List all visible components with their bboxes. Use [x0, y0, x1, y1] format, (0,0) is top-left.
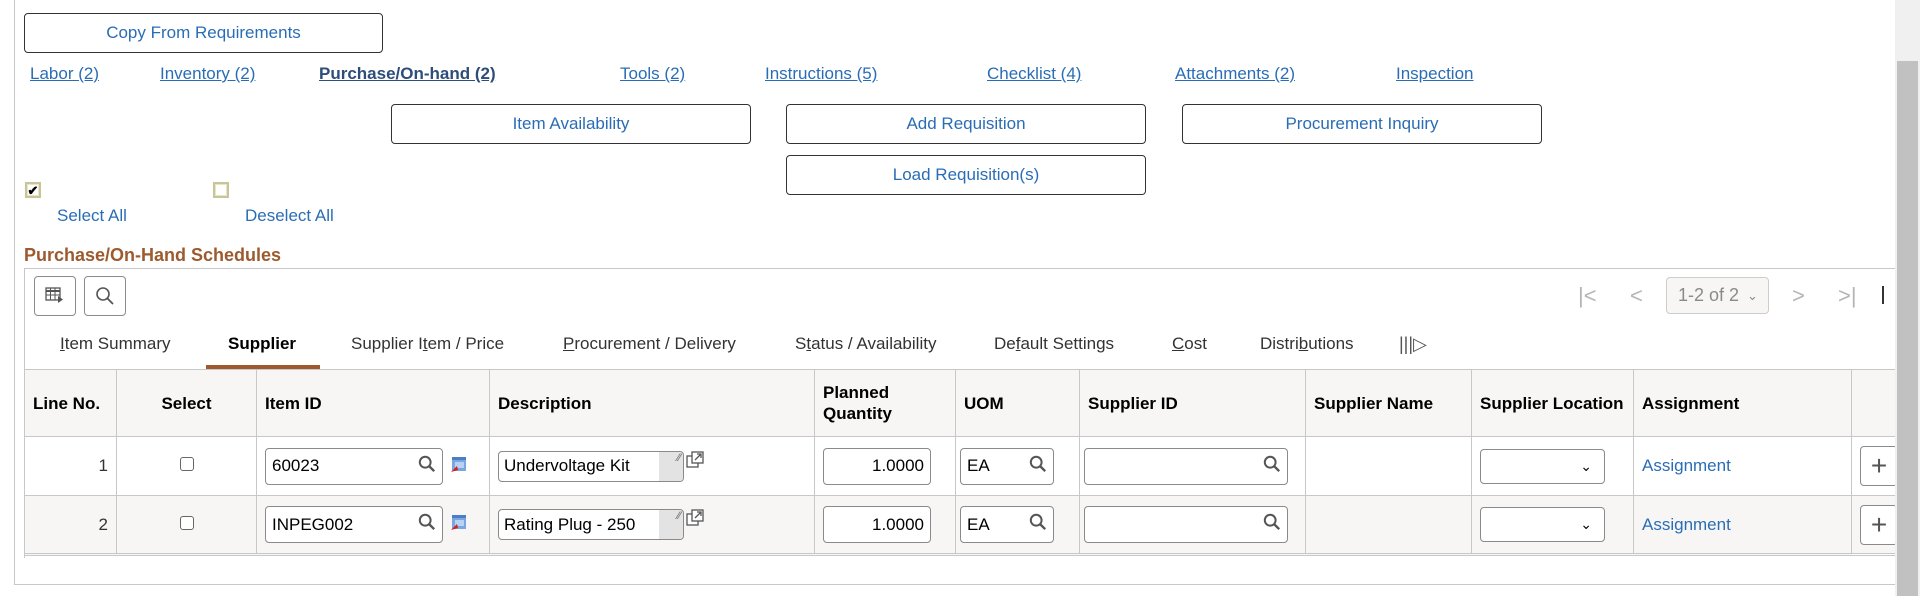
row-select-checkbox[interactable]: [179, 457, 194, 471]
col-supplier-id: Supplier ID: [1079, 369, 1306, 437]
item-details-icon[interactable]: [451, 456, 467, 477]
supplier-name: [1305, 495, 1472, 556]
table-row: 2 INPEG002 Rating Plug - 250 ⁄⁄ 1.0000 E…: [24, 495, 1899, 556]
item-details-icon[interactable]: [451, 514, 467, 535]
tab-supplier-item-price[interactable]: Supplier Item / Price: [351, 334, 504, 370]
page-range-label: 1-2 of 2: [1678, 285, 1740, 305]
last-page-icon[interactable]: >|: [1838, 278, 1857, 314]
supplier-id-lookup-icon[interactable]: [1263, 455, 1281, 478]
chevron-down-icon: ⌄: [1580, 516, 1592, 532]
uom-input[interactable]: EA: [960, 506, 1054, 543]
tab-item-summary[interactable]: Item Summary: [60, 334, 171, 370]
supplier-id-input[interactable]: [1084, 447, 1288, 485]
uom-input[interactable]: EA: [960, 447, 1054, 485]
link-tools[interactable]: Tools (2): [620, 64, 685, 84]
procurement-inquiry-button[interactable]: Procurement Inquiry: [1182, 104, 1542, 144]
row-select-checkbox[interactable]: [179, 515, 194, 530]
link-purchase-on-hand[interactable]: Purchase/On-hand (2): [319, 64, 496, 84]
page-bottom-border: [14, 584, 1895, 585]
schedules-table: Line No. Select Item ID Description Plan…: [24, 369, 1899, 556]
col-supplier-location: Supplier Location: [1471, 369, 1634, 437]
col-uom: UOM: [955, 369, 1080, 437]
line-number: 2: [24, 495, 117, 556]
add-row-button[interactable]: +: [1860, 446, 1898, 486]
col-assignment: Assignment: [1633, 369, 1852, 437]
table-row: 1 60023 Undervoltage Kit ⁄⁄ 1.0000 EA ⌄ …: [24, 436, 1899, 496]
find-in-grid-button[interactable]: [84, 276, 126, 316]
deselect-all-checkbox-icon[interactable]: [213, 182, 229, 198]
description-textarea[interactable]: Undervoltage Kit ⁄⁄: [498, 450, 684, 482]
description-textarea[interactable]: Rating Plug - 250 ⁄⁄: [498, 509, 684, 540]
grid-title: Purchase/On-Hand Schedules: [24, 245, 282, 265]
link-inventory[interactable]: Inventory (2): [160, 64, 255, 84]
col-item-id: Item ID: [256, 369, 490, 437]
supplier-name: [1305, 436, 1472, 496]
deselect-all-link[interactable]: Deselect All: [245, 206, 334, 226]
link-labor[interactable]: Labor (2): [30, 64, 99, 84]
item-id-input[interactable]: INPEG002: [265, 506, 443, 543]
uom-lookup-icon[interactable]: [1029, 513, 1047, 536]
link-checklist[interactable]: Checklist (4): [987, 64, 1081, 84]
previous-page-icon[interactable]: <: [1630, 278, 1643, 314]
tab-distributions[interactable]: Distributions: [1260, 334, 1354, 370]
line-number: 1: [24, 436, 117, 496]
tab-procurement-delivery[interactable]: Procurement / Delivery: [563, 334, 736, 370]
planned-quantity-input[interactable]: 1.0000: [823, 447, 931, 485]
assignment-link[interactable]: Assignment: [1642, 456, 1731, 475]
col-select: Select: [116, 369, 257, 437]
item-availability-button[interactable]: Item Availability: [391, 104, 751, 144]
col-line-no: Line No.: [24, 369, 117, 437]
page-left-border: [14, 0, 15, 585]
item-id-lookup-icon[interactable]: [418, 513, 436, 536]
item-id-lookup-icon[interactable]: [418, 455, 436, 478]
col-description: Description: [489, 369, 815, 437]
col-supplier-name: Supplier Name: [1305, 369, 1472, 437]
expand-description-icon[interactable]: [686, 450, 704, 474]
chevron-down-icon: ⌄: [1747, 287, 1758, 303]
item-id-input[interactable]: 60023: [265, 447, 443, 485]
load-requisitions-button[interactable]: Load Requisition(s): [786, 155, 1146, 195]
scrollbar-thumb[interactable]: [1897, 61, 1918, 596]
copy-from-requirements-button[interactable]: Copy From Requirements: [24, 13, 383, 53]
grid-settings-icon: [45, 287, 63, 303]
plus-icon: +: [1870, 508, 1888, 540]
supplier-id-input[interactable]: [1084, 506, 1288, 543]
add-row-button[interactable]: +: [1860, 504, 1898, 545]
col-actions: [1851, 369, 1899, 437]
add-requisition-button[interactable]: Add Requisition: [786, 104, 1146, 144]
tab-cost[interactable]: Cost: [1172, 334, 1207, 370]
plus-icon: +: [1870, 450, 1888, 481]
supplier-location-select[interactable]: ⌄: [1480, 507, 1605, 542]
chevron-down-icon: ⌄: [1580, 457, 1592, 474]
select-all-link[interactable]: Select All: [57, 206, 127, 226]
link-inspection[interactable]: Inspection: [1396, 64, 1474, 84]
resize-handle-icon[interactable]: ⁄⁄: [659, 510, 683, 539]
resize-handle-icon[interactable]: ⁄⁄: [659, 451, 683, 481]
supplier-location-select[interactable]: ⌄: [1480, 448, 1605, 484]
select-all-checkbox-icon[interactable]: ✔: [25, 182, 41, 198]
col-planned-quantity: Planned Quantity: [814, 369, 956, 437]
link-instructions[interactable]: Instructions (5): [765, 64, 877, 84]
expand-description-icon[interactable]: [686, 509, 704, 532]
personalize-grid-button[interactable]: [34, 276, 76, 316]
link-attachments[interactable]: Attachments (2): [1175, 64, 1295, 84]
first-page-icon[interactable]: |<: [1578, 278, 1597, 314]
search-icon: [96, 287, 114, 305]
supplier-id-lookup-icon[interactable]: [1263, 513, 1281, 536]
uom-lookup-icon[interactable]: [1029, 455, 1047, 478]
pager-divider: [1882, 286, 1884, 304]
show-all-columns-icon[interactable]: |||▷: [1399, 334, 1427, 370]
page-range-select[interactable]: 1-2 of 2 ⌄: [1666, 277, 1769, 314]
planned-quantity-input[interactable]: 1.0000: [823, 506, 931, 543]
next-page-icon[interactable]: >: [1792, 278, 1805, 314]
tab-status-availability[interactable]: Status / Availability: [795, 334, 936, 370]
assignment-link[interactable]: Assignment: [1642, 515, 1731, 534]
table-header-row: Line No. Select Item ID Description Plan…: [24, 369, 1899, 437]
tab-default-settings[interactable]: Default Settings: [994, 334, 1114, 370]
